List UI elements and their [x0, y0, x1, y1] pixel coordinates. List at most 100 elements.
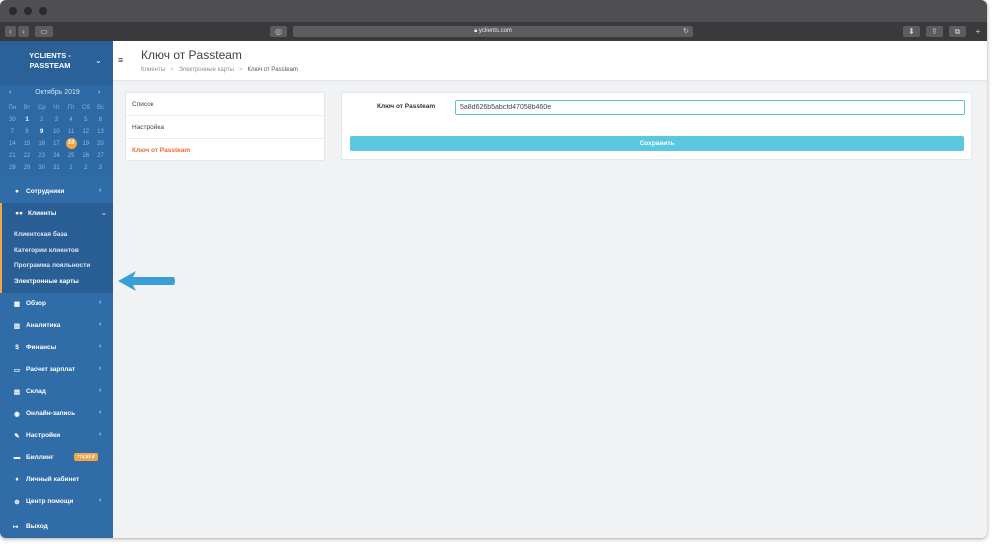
back-button[interactable]: ‹ [5, 26, 16, 37]
sidebar-item-payroll[interactable]: ▭ Расчет зарплат ‹ [0, 359, 113, 381]
calendar-day[interactable]: 16 [34, 138, 49, 150]
calendar-day[interactable]: 28 [5, 162, 20, 174]
clients-submenu: Клиентская база Категории клиентов Прогр… [0, 225, 113, 293]
calendar-day[interactable]: 8 [20, 126, 35, 138]
logout-label: Выход [26, 523, 48, 530]
menu-item-settings[interactable]: Настройка [126, 116, 324, 139]
breadcrumb-separator: > [238, 67, 243, 73]
calendar-day[interactable]: 23 [34, 150, 49, 162]
save-button[interactable]: Сохранить [350, 136, 964, 151]
address-bar[interactable]: 🔒︎ yclients.com ↻ [293, 26, 693, 37]
calendar-day[interactable]: 22 [20, 150, 35, 162]
calendar-day[interactable]: 6 [93, 114, 108, 126]
globe-icon: ◉ [14, 411, 20, 418]
url-text: yclients.com [478, 28, 512, 34]
sidebar-subitem-electronic-cards[interactable]: Электронные карты [2, 274, 113, 290]
breadcrumb-item[interactable]: Клиенты [141, 67, 165, 73]
weekday-label: Ср [37, 105, 46, 111]
weekday-label: Чт [53, 105, 60, 111]
logout-icon: ↦ [13, 524, 19, 531]
minimize-window-button[interactable] [24, 7, 32, 15]
calendar-day[interactable]: 11 [64, 126, 79, 138]
calendar-day[interactable]: 13 [93, 126, 108, 138]
calendar-day[interactable]: 21 [5, 150, 20, 162]
calendar-day[interactable]: 30 [34, 162, 49, 174]
calendar-header: ‹ Октябрь 2019 › [0, 89, 113, 99]
zoom-window-button[interactable] [39, 7, 47, 15]
calendar-day[interactable]: 4 [64, 114, 79, 126]
sidebar-toggle-button[interactable]: ▭ [35, 26, 53, 37]
sidebar-item-label: Обзор [26, 300, 46, 307]
shield-icon: ◎ [275, 27, 282, 36]
logout-button[interactable]: ↦ Выход [0, 519, 113, 537]
sidebar-item-finance[interactable]: $ Финансы ‹ [0, 337, 113, 359]
calendar-day[interactable]: 10 [49, 126, 64, 138]
sidebar-item-overview[interactable]: ▦ Обзор ‹ [0, 293, 113, 315]
sidebar-subitem-loyalty[interactable]: Программа лояльности [2, 258, 113, 274]
calendar-day[interactable]: 1 [20, 114, 35, 126]
calendar-today[interactable]: 18 [65, 138, 77, 149]
key-form-panel: Ключ от Passteam Сохранить [341, 92, 972, 160]
calendar-day[interactable]: 25 [64, 150, 79, 162]
sidebar-item-label: Аналитика [26, 322, 61, 329]
calendar-day[interactable]: 20 [93, 138, 108, 150]
calendar-prev-icon[interactable]: ‹ [9, 89, 11, 96]
calendar-next-icon[interactable]: › [98, 89, 100, 96]
sidebar-subitem-client-categories[interactable]: Категории клиентов [2, 243, 113, 259]
breadcrumb-item[interactable]: Электронные карты [179, 67, 234, 73]
sidebar-item-warehouse[interactable]: ▤ Склад ‹ [0, 381, 113, 403]
sidebar-icon: ▭ [40, 27, 48, 36]
sidebar-item-clients[interactable]: ●● Клиенты ⌄ [0, 203, 113, 225]
calendar-day[interactable]: 1 [64, 162, 79, 174]
sidebar-item-analytics[interactable]: ▥ Аналитика ‹ [0, 315, 113, 337]
sidebar-nav: ● Сотрудники ‹ ●● Клиенты ⌄ Клиентская б… [0, 181, 113, 513]
sidebar: YCLIENTS - PASSTEAM ⌄ ‹ Октябрь 2019 › П… [0, 41, 113, 538]
calendar-day[interactable]: 3 [49, 114, 64, 126]
new-tab-button[interactable]: + [972, 26, 984, 37]
calendar-day[interactable]: 17 [49, 138, 64, 150]
calendar-day[interactable]: 15 [20, 138, 35, 150]
user-icon: ● [15, 188, 19, 195]
share-button[interactable]: ⇪ [926, 26, 943, 37]
person-icon: ♦ [15, 476, 19, 483]
sidebar-item-settings[interactable]: ✎ Настройки ‹ [0, 425, 113, 447]
calendar-day[interactable]: 30 [5, 114, 20, 126]
weekday-label: Пн [8, 105, 17, 111]
calendar-day[interactable]: 12 [78, 126, 93, 138]
sidebar-item-online-booking[interactable]: ◉ Онлайн-запись ‹ [0, 403, 113, 425]
sidebar-item-label: Расчет зарплат [26, 366, 76, 373]
calendar-day[interactable]: 2 [34, 114, 49, 126]
forward-button[interactable]: › [18, 26, 29, 37]
calendar-day[interactable]: 14 [5, 138, 20, 150]
close-window-button[interactable] [9, 7, 17, 15]
calendar-day[interactable]: 5 [78, 114, 93, 126]
calendar-day[interactable]: 19 [78, 138, 93, 150]
key-input[interactable] [455, 100, 965, 115]
calendar-day[interactable]: 29 [20, 162, 35, 174]
sidebar-item-billing[interactable]: ▬ Биллинг 774,53 ₽ [0, 447, 113, 469]
box-icon: ▤ [13, 389, 21, 396]
weekday-label: Сб [81, 105, 90, 111]
sidebar-subitem-client-base[interactable]: Клиентская база [2, 227, 113, 243]
calendar-day[interactable]: 7 [5, 126, 20, 138]
calendar-day[interactable]: 2 [78, 162, 93, 174]
menu-toggle-icon[interactable]: ≡ [118, 55, 123, 65]
sidebar-item-employees[interactable]: ● Сотрудники ‹ [0, 181, 113, 203]
sidebar-item-label: Биллинг [26, 454, 54, 461]
calendar-day[interactable]: 9 [34, 126, 49, 138]
downloads-button[interactable]: ⬇ [903, 26, 920, 37]
calendar-day[interactable]: 31 [49, 162, 64, 174]
shield-button[interactable]: ◎ [270, 26, 287, 37]
sidebar-item-account[interactable]: ♦ Личный кабинет [0, 469, 113, 491]
tabs-button[interactable]: ⧉ [949, 26, 966, 37]
billing-balance-badge: 774,53 ₽ [74, 453, 98, 461]
brand-selector[interactable]: YCLIENTS - PASSTEAM ⌄ [0, 41, 113, 85]
menu-item-passteam-key[interactable]: Ключ от Passteam [126, 139, 324, 162]
calendar-day[interactable]: 26 [78, 150, 93, 162]
calendar-day[interactable]: 24 [49, 150, 64, 162]
sidebar-item-help-center[interactable]: ⊕ Центр помощи ‹ [0, 491, 113, 513]
reload-icon[interactable]: ↻ [683, 26, 689, 37]
calendar-day[interactable]: 27 [93, 150, 108, 162]
menu-item-list[interactable]: Список [126, 93, 324, 116]
calendar-day[interactable]: 3 [93, 162, 108, 174]
